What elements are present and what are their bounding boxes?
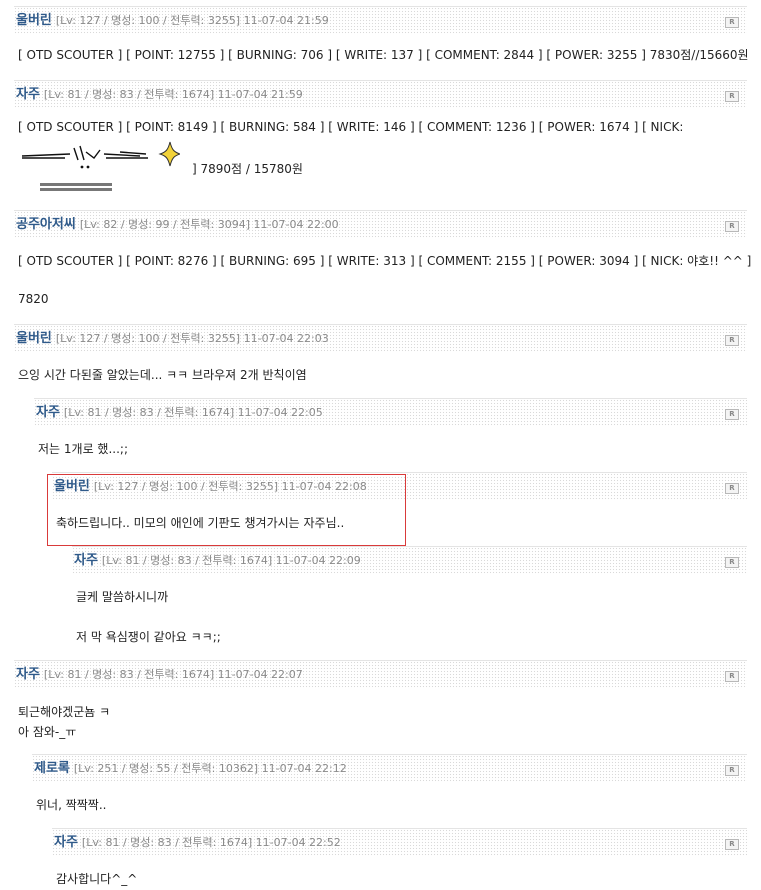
comment-body: [ OTD SCOUTER ] [ POINT: 12755 ] [ BURNI… [18,48,749,62]
comment-body: 글케 말씀하시니까 [76,590,169,604]
comment-body: [ OTD SCOUTER ] [ POINT: 8149 ] [ BURNIN… [18,120,684,134]
comment-header: 자주 [Lv: 81 / 명성: 83 / 전투력: 1674] 11-07-04… [52,828,747,856]
author-meta: [Lv: 251 / 명성: 55 / 전투력: 10362] 11-07-04… [73,762,347,775]
reply-icon[interactable]: R [725,91,739,102]
reply-icon[interactable]: R [725,765,739,776]
comment-body: 감사합니다^_^ [56,872,138,886]
author-name[interactable]: 울버린 [16,13,52,28]
author-name[interactable]: 제로록 [34,761,70,776]
comment-header: 공주아저씨 [Lv: 82 / 명성: 99 / 전투력: 3094] 11-07… [14,210,747,238]
comment-body-line: 7820 [18,292,49,306]
comment-body: 저는 1개로 했...;; [38,442,128,456]
comment-header: 자주 [Lv: 81 / 명성: 83 / 전투력: 1674] 11-07-04… [14,80,747,108]
comment-header: 울버린 [Lv: 127 / 명성: 100 / 전투력: 3255] 11-07… [14,324,747,352]
comment-body: [ OTD SCOUTER ] [ POINT: 8276 ] [ BURNIN… [18,254,752,268]
author-meta: [Lv: 127 / 명성: 100 / 전투력: 3255] 11-07-04… [55,332,329,345]
comment: 공주아저씨 [Lv: 82 / 명성: 99 / 전투력: 3094] 11-07… [14,210,751,306]
author-meta: [Lv: 82 / 명성: 99 / 전투력: 3094] 11-07-04 2… [79,218,339,231]
comment-header: 자주 [Lv: 81 / 명성: 83 / 전투력: 1674] 11-07-04… [72,546,747,574]
author-name[interactable]: 자주 [74,553,98,568]
comment: 자주 [Lv: 81 / 명성: 83 / 전투력: 1674] 11-07-04… [14,660,747,739]
reply-icon[interactable]: R [725,335,739,346]
author-name[interactable]: 자주 [36,405,60,420]
author-meta: [Lv: 127 / 명성: 100 / 전투력: 3255] 11-07-04… [55,14,329,27]
author-meta: [Lv: 81 / 명성: 83 / 전투력: 1674] 11-07-04 2… [43,88,303,101]
comment: 자주 [Lv: 81 / 명성: 83 / 전투력: 1674] 11-07-04… [14,80,747,176]
highlight-box [47,474,406,546]
reply-icon[interactable]: R [725,839,739,850]
comment-header: 제로록 [Lv: 251 / 명성: 55 / 전투력: 10362] 11-07… [32,754,747,782]
comment-body: 으잉 시간 다된줄 알았는데... ㅋㅋ 브라우져 2개 반칙이염 [18,368,307,382]
reply-icon[interactable]: R [725,483,739,494]
comment-body: 퇴근해야겠군뇸 ㅋ 아 잠와-_ㅠ [18,705,111,739]
comment: 울버린 [Lv: 127 / 명성: 100 / 전투력: 3255] 11-07… [14,6,749,62]
comment-header: 자주 [Lv: 81 / 명성: 83 / 전투력: 1674] 11-07-04… [14,660,747,688]
reply-comment: 자주 [Lv: 81 / 명성: 83 / 전투력: 1674] 11-07-04… [72,546,747,644]
author-meta: [Lv: 81 / 명성: 83 / 전투력: 1674] 11-07-04 2… [101,554,361,567]
reply-comment: 제로록 [Lv: 251 / 명성: 55 / 전투력: 10362] 11-07… [32,754,747,812]
reply-comment: 자주 [Lv: 81 / 명성: 83 / 전투력: 1674] 11-07-04… [34,398,747,456]
comment: 울버린 [Lv: 127 / 명성: 100 / 전투력: 3255] 11-07… [14,324,747,382]
reply-icon[interactable]: R [725,17,739,28]
reply-icon[interactable]: R [725,671,739,682]
comment-header: 자주 [Lv: 81 / 명성: 83 / 전투력: 1674] 11-07-04… [34,398,747,426]
author-meta: [Lv: 81 / 명성: 83 / 전투력: 1674] 11-07-04 2… [81,836,341,849]
nickname-image [21,141,180,191]
author-meta: [Lv: 81 / 명성: 83 / 전투력: 1674] 11-07-04 2… [63,406,323,419]
comment-header: 울버린 [Lv: 127 / 명성: 100 / 전투력: 3255] 11-07… [14,6,747,34]
comment-body-line: ] 7890점 / 15780원 [192,162,303,176]
reply-comment: 자주 [Lv: 81 / 명성: 83 / 전투력: 1674] 11-07-04… [52,828,747,886]
author-name[interactable]: 자주 [16,667,40,682]
reply-icon[interactable]: R [725,221,739,232]
author-name[interactable]: 자주 [54,835,78,850]
comment-body-line: 저 막 욕심쟁이 같아요 ㅋㅋ;; [76,630,221,644]
author-name[interactable]: 울버린 [16,331,52,346]
author-meta: [Lv: 81 / 명성: 83 / 전투력: 1674] 11-07-04 2… [43,668,303,681]
comment-body: 위너, 짝짝짝.. [36,798,107,812]
reply-icon[interactable]: R [725,557,739,568]
reply-icon[interactable]: R [725,409,739,420]
author-name[interactable]: 자주 [16,87,40,102]
author-name[interactable]: 공주아저씨 [16,217,76,232]
